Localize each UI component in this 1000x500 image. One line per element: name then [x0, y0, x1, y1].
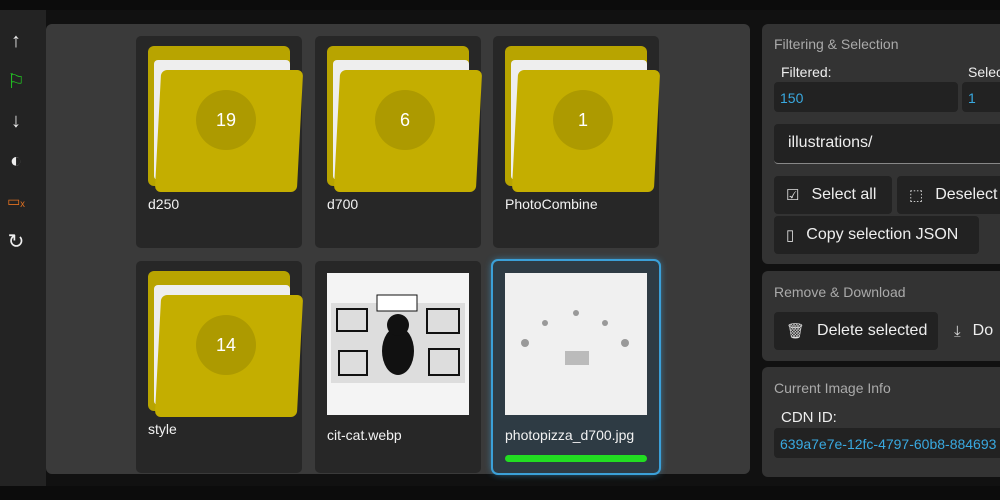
image-card[interactable]: cit-cat.webp: [315, 261, 481, 473]
folder-card[interactable]: 1 PhotoCombine: [493, 36, 661, 248]
deselect-label: Deselect: [935, 186, 998, 203]
select-all-icon: ☑: [786, 187, 800, 204]
cdn-id-label: CDN ID:: [781, 409, 837, 426]
download-button[interactable]: ⤓ Do: [942, 312, 1000, 350]
current-image-info-section: Current Image Info CDN ID: 639a7e7e-12fc…: [762, 367, 1000, 477]
item-name: d700: [327, 196, 359, 212]
section-title: Remove & Download: [774, 284, 906, 300]
left-toolbar: ↑ ⚐ ↓ ◐ ▭ₓ ↻: [0, 10, 46, 486]
copy-icon: ▯: [786, 227, 795, 244]
folder-count: 14: [196, 315, 256, 375]
folder-icon: 6: [327, 46, 483, 192]
item-name: PhotoCombine: [505, 196, 598, 212]
item-name: photopizza_d700.jpg: [505, 427, 635, 443]
image-grid: 19 d250 6 d700 1 PhotoCombine 14 style c…: [46, 24, 750, 475]
filtered-count-field: 150: [774, 82, 958, 112]
image-thumbnail: [327, 273, 469, 415]
copy-selection-json-button[interactable]: ▯ Copy selection JSON: [774, 216, 979, 254]
download-label: Do: [972, 322, 994, 339]
section-title: Current Image Info: [774, 380, 891, 396]
path-filter-input[interactable]: illustrations/: [774, 124, 1000, 164]
folder-card[interactable]: 14 style: [136, 261, 304, 473]
filtered-label: Filtered:: [781, 64, 832, 80]
delete-icon: 🗑: [786, 323, 806, 340]
copy-json-label: Copy selection JSON: [806, 226, 959, 243]
select-all-label: Select all: [811, 186, 877, 203]
flag-icon[interactable]: ⚐: [4, 69, 28, 93]
folder-count: 19: [196, 90, 256, 150]
remove-download-section: Remove & Download 🗑 Delete selected ⤓ Do: [762, 271, 1000, 361]
arrow-down-icon[interactable]: ↓: [4, 109, 28, 133]
folder-icon: 19: [148, 46, 304, 192]
item-name: cit-cat.webp: [327, 427, 402, 443]
deselect-button[interactable]: ⬚ Deselect: [897, 176, 1000, 214]
image-card-selected[interactable]: photopizza_d700.jpg: [491, 259, 661, 475]
section-title: Filtering & Selection: [774, 36, 899, 52]
download-icon: ⤓: [954, 322, 961, 340]
select-all-button[interactable]: ☑ Select all: [774, 176, 892, 214]
folder-card[interactable]: 6 d700: [315, 36, 483, 248]
right-panel: Filtering & Selection Filtered: Selec 15…: [762, 24, 1000, 477]
folder-icon: 14: [148, 271, 304, 417]
delete-label: Delete selected: [817, 322, 928, 339]
contrast-icon[interactable]: ◐: [4, 149, 28, 173]
selected-count-field: 1: [962, 82, 1000, 112]
folder-count: 6: [375, 90, 435, 150]
item-name: style: [148, 421, 177, 437]
arrow-up-icon[interactable]: ↑: [4, 29, 28, 53]
top-bar: [0, 0, 1000, 10]
folder-count: 1: [553, 90, 613, 150]
cdn-id-field: 639a7e7e-12fc-4797-60b8-884693: [774, 428, 1000, 458]
image-thumbnail: [505, 273, 647, 415]
refresh-icon[interactable]: ↻: [4, 229, 28, 253]
progress-bar: [505, 455, 647, 462]
filtering-section: Filtering & Selection Filtered: Selec 15…: [762, 24, 1000, 264]
item-name: d250: [148, 196, 180, 212]
bottom-bar: [0, 486, 1000, 500]
selected-label: Selec: [968, 64, 1000, 80]
clear-selection-icon[interactable]: ▭ₓ: [4, 189, 28, 213]
delete-selected-button[interactable]: 🗑 Delete selected: [774, 312, 938, 350]
folder-card[interactable]: 19 d250: [136, 36, 304, 248]
deselect-icon: ⬚: [909, 187, 924, 204]
folder-icon: 1: [505, 46, 661, 192]
